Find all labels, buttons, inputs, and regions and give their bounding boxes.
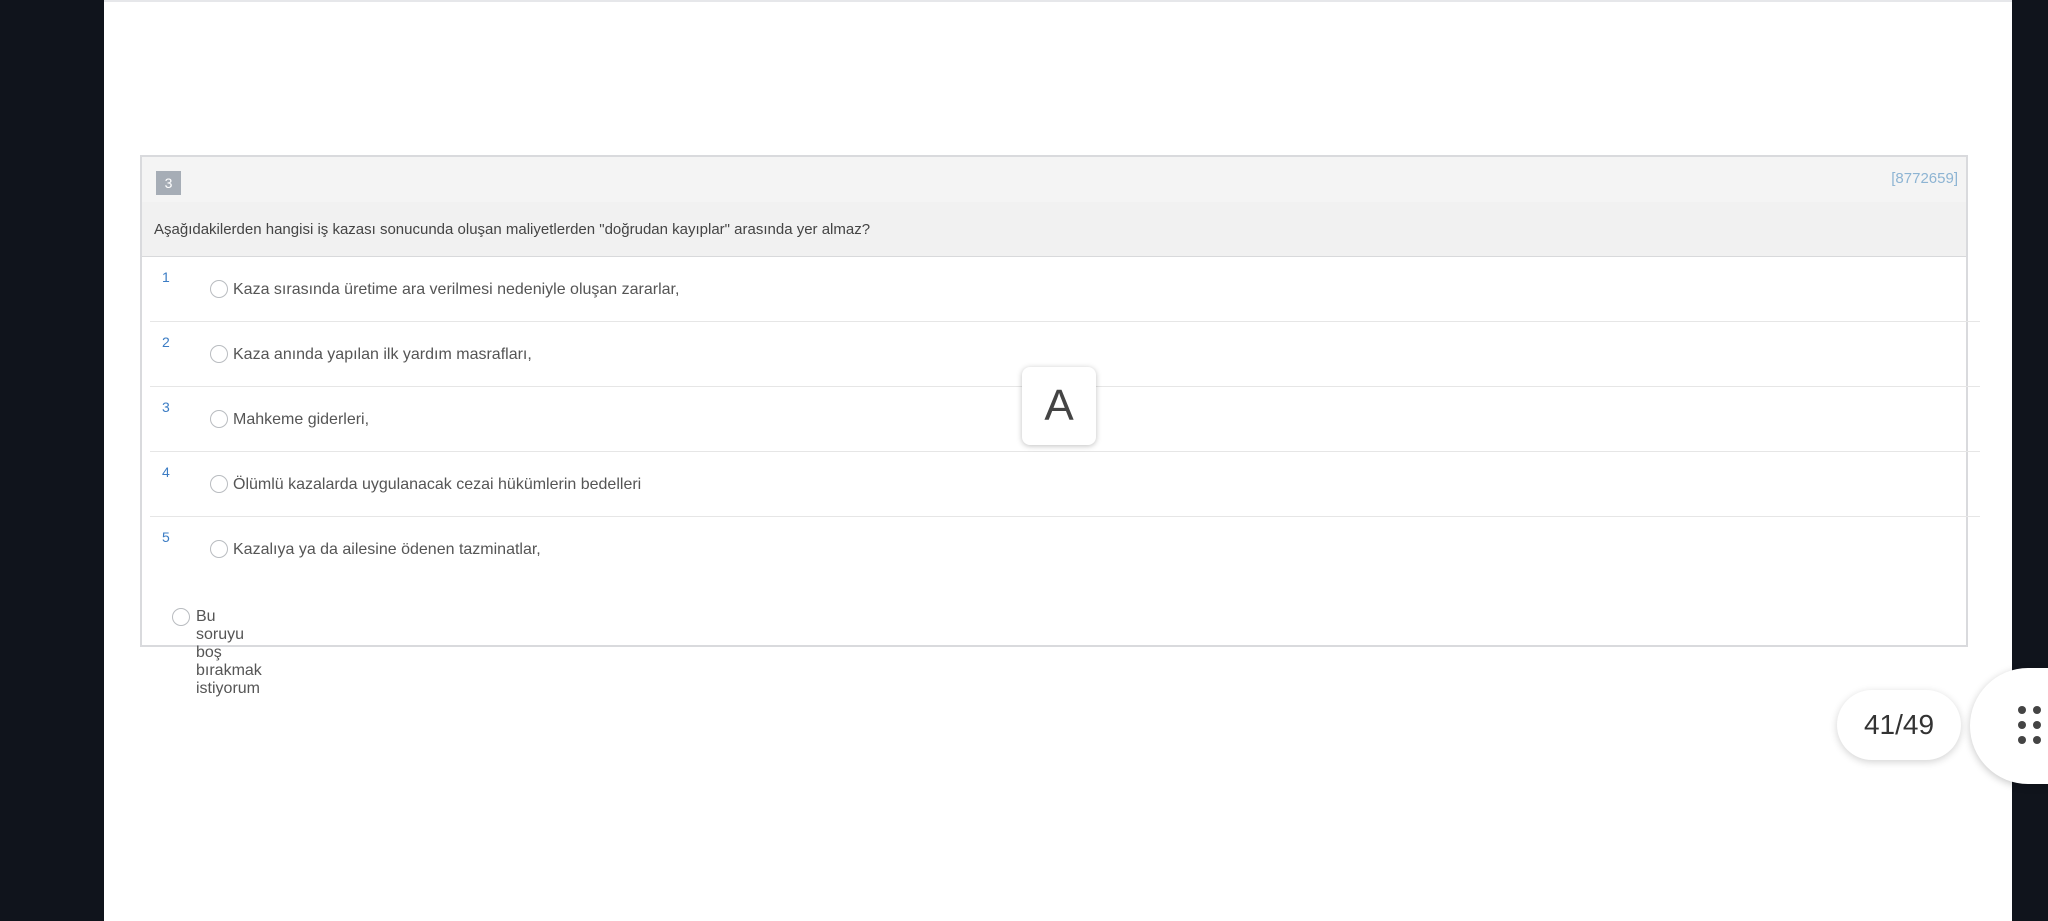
option-number: 2	[162, 334, 170, 350]
option-label[interactable]: Ölümlü kazalarda uygulanacak cezai hüküm…	[233, 476, 641, 494]
option-label[interactable]: Mahkeme giderleri,	[233, 411, 369, 429]
skip-label[interactable]: Bu soruyu boş bırakmak istiyorum	[196, 608, 262, 698]
skip-radio-button[interactable]	[172, 608, 190, 626]
option-number: 5	[162, 529, 170, 545]
selected-answer-badge: A	[1022, 367, 1096, 445]
option-number: 1	[162, 269, 170, 285]
radio-button[interactable]	[210, 540, 228, 558]
page-counter[interactable]: 41/49	[1837, 690, 1961, 760]
question-text: Aşağıdakilerden hangisi iş kazası sonucu…	[142, 202, 1966, 257]
option-label[interactable]: Kaza sırasında üretime ara verilmesi ned…	[233, 281, 679, 299]
option-5[interactable]: 5 Kazalıya ya da ailesine ödenen tazmina…	[150, 517, 1980, 581]
radio-button[interactable]	[210, 280, 228, 298]
question-header: 3 [8772659]	[142, 157, 1966, 203]
top-divider	[104, 0, 2012, 2]
option-1[interactable]: 1 Kaza sırasında üretime ara verilmesi n…	[150, 257, 1980, 322]
question-number-badge: 3	[156, 171, 181, 195]
option-label[interactable]: Kazalıya ya da ailesine ödenen tazminatl…	[233, 541, 541, 559]
exam-page: 3 [8772659] Aşağıdakilerden hangisi iş k…	[104, 0, 2012, 921]
grid-dots-icon	[2018, 706, 2044, 746]
option-4[interactable]: 4 Ölümlü kazalarda uygulanacak cezai hük…	[150, 452, 1980, 517]
question-id: [8772659]	[1891, 170, 1958, 187]
radio-button[interactable]	[210, 345, 228, 363]
option-label[interactable]: Kaza anında yapılan ilk yardım masraflar…	[233, 346, 532, 364]
option-number: 3	[162, 399, 170, 415]
radio-button[interactable]	[210, 410, 228, 428]
option-number: 4	[162, 464, 170, 480]
radio-button[interactable]	[210, 475, 228, 493]
